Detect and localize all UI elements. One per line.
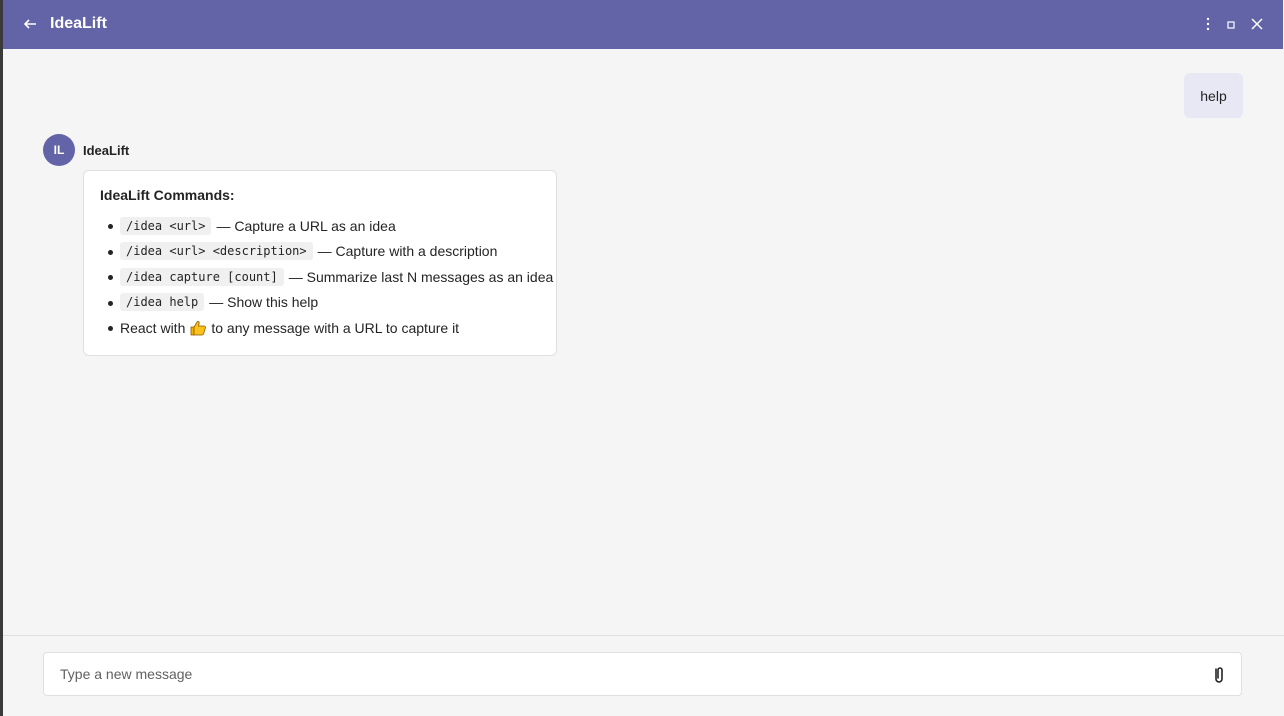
- close-icon: [1251, 18, 1263, 30]
- user-message-text: help: [1200, 87, 1227, 104]
- maximize-icon: [1227, 21, 1235, 29]
- thumbs-up-icon: [190, 320, 207, 336]
- message-input[interactable]: [44, 653, 1226, 695]
- arrow-left-icon: [23, 19, 36, 29]
- maximize-button[interactable]: [1220, 12, 1242, 36]
- command-description: — Capture with a description: [317, 243, 498, 260]
- list-item: /idea <url> — Capture a URL as an idea: [106, 213, 553, 239]
- more-vertical-icon: [1206, 17, 1210, 31]
- composer-divider: [3, 635, 1284, 636]
- paperclip-icon: [1215, 667, 1223, 683]
- list-item: /idea capture [count] — Summarize last N…: [106, 264, 553, 290]
- back-button[interactable]: [22, 12, 44, 36]
- attach-button[interactable]: [1211, 665, 1227, 685]
- bot-avatar[interactable]: IL: [43, 134, 75, 166]
- chat-area: help IL IdeaLift IdeaLift Commands: /ide…: [3, 49, 1284, 635]
- command-description: — Summarize last N messages as an idea: [288, 268, 554, 285]
- command-description: — Capture a URL as an idea: [216, 217, 396, 234]
- command-code: /idea <url>: [120, 216, 212, 235]
- bot-message-card: IdeaLift Commands: /idea <url> — Capture…: [83, 170, 557, 356]
- user-message: help: [1184, 73, 1243, 118]
- card-title: IdeaLift Commands:: [100, 187, 235, 203]
- list-item: /idea help — Show this help: [106, 290, 553, 316]
- more-options-button[interactable]: [1197, 12, 1219, 36]
- command-code: /idea help: [120, 293, 205, 312]
- close-button[interactable]: [1246, 12, 1268, 36]
- title-bar: IdeaLift: [3, 0, 1283, 49]
- list-item: React with to any message with a URL to …: [106, 315, 553, 341]
- command-list: /idea <url> — Capture a URL as an idea /…: [106, 213, 553, 341]
- react-text-pre: React with: [120, 319, 186, 336]
- command-code: /idea capture [count]: [120, 267, 284, 286]
- app-title: IdeaLift: [50, 15, 107, 32]
- command-description: — Show this help: [209, 294, 319, 311]
- list-item: /idea <url> <description> — Capture with…: [106, 239, 553, 265]
- bot-sender-name: IdeaLift: [83, 143, 130, 158]
- message-composer: [43, 652, 1242, 696]
- command-code: /idea <url> <description>: [120, 242, 313, 261]
- react-text-post: to any message with a URL to capture it: [211, 319, 460, 336]
